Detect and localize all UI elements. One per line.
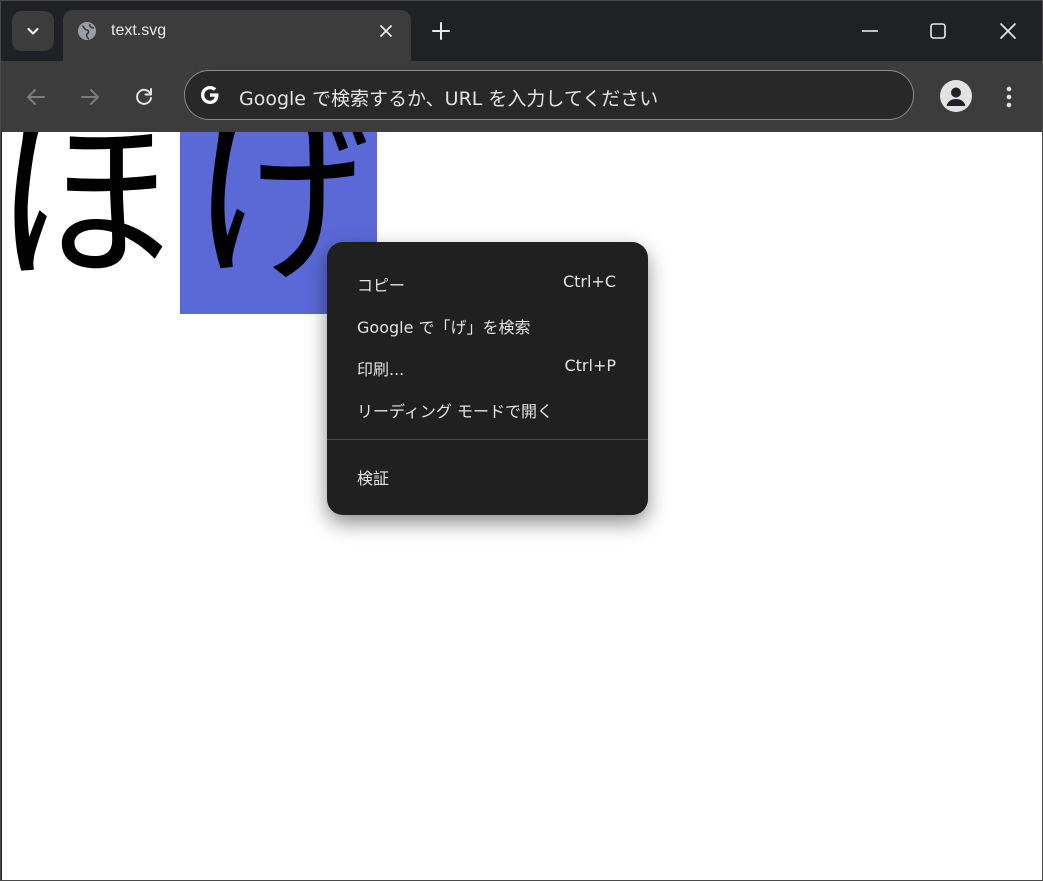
avatar-icon — [946, 87, 966, 106]
menu-item-print[interactable]: 印刷... Ctrl+P — [327, 346, 648, 386]
more-vert-icon — [1006, 86, 1012, 108]
menu-item-label: 検証 — [357, 469, 390, 488]
menu-button[interactable] — [997, 81, 1021, 113]
chevron-down-icon — [27, 27, 39, 35]
minimize-button[interactable] — [847, 11, 893, 51]
google-icon — [201, 86, 219, 104]
menu-item-shortcut: Ctrl+C — [562, 272, 616, 291]
tab-strip: text.svg — [1, 1, 1042, 61]
context-menu: コピー Ctrl+C Google で「げ」を検索 印刷... Ctrl+P リ… — [327, 242, 648, 515]
back-button[interactable] — [20, 81, 52, 113]
close-window-button[interactable] — [985, 11, 1031, 51]
profile-button[interactable] — [940, 80, 972, 112]
browser-window: text.svg Google で検索するか、URL を入力してください ほ げ… — [0, 0, 1043, 881]
menu-item-label: Google で「げ」を検索 — [357, 318, 531, 337]
reload-button[interactable] — [128, 81, 160, 113]
reload-icon — [136, 88, 152, 105]
menu-divider — [327, 439, 648, 440]
browser-toolbar: Google で検索するか、URL を入力してください — [1, 61, 1042, 132]
arrow-left-icon — [27, 89, 45, 105]
tab-search-button[interactable] — [12, 11, 54, 51]
tab-title: text.svg — [111, 22, 167, 39]
tab-active[interactable]: text.svg — [63, 10, 411, 61]
menu-item-label: 印刷... — [357, 360, 405, 379]
forward-button[interactable] — [74, 81, 106, 113]
maximize-button[interactable] — [915, 11, 961, 51]
maximize-icon — [930, 23, 946, 39]
tab-close-button[interactable] — [375, 20, 397, 42]
menu-item-label: リーディング モードで開く — [357, 402, 553, 421]
arrow-right-icon — [81, 89, 99, 105]
minimize-icon — [862, 30, 878, 32]
menu-item-label: コピー — [357, 276, 406, 295]
address-bar-placeholder: Google で検索するか、URL を入力してください — [239, 88, 659, 110]
close-icon — [1000, 23, 1016, 39]
address-bar[interactable]: Google で検索するか、URL を入力してください — [184, 70, 914, 120]
svg-text-char-1[interactable]: ほ — [2, 132, 172, 292]
globe-icon — [78, 22, 96, 40]
menu-item-shortcut: Ctrl+P — [564, 356, 616, 375]
close-icon — [380, 25, 392, 37]
menu-item-reading-mode[interactable]: リーディング モードで開く — [327, 388, 648, 428]
plus-icon — [432, 22, 450, 40]
new-tab-button[interactable] — [427, 17, 455, 45]
menu-item-copy[interactable]: コピー Ctrl+C — [327, 262, 648, 302]
menu-item-search-google[interactable]: Google で「げ」を検索 — [327, 304, 648, 344]
menu-item-inspect[interactable]: 検証 — [327, 455, 648, 495]
